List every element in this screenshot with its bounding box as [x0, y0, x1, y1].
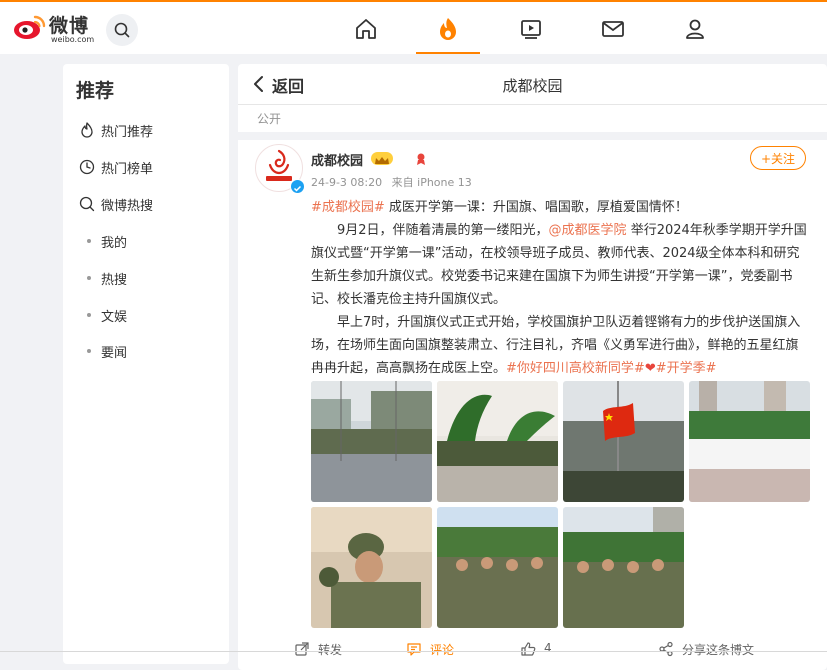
share-label: 分享这条博文: [682, 643, 755, 657]
nav-video[interactable]: [514, 12, 548, 46]
fan-badge-icon: [415, 152, 427, 169]
photo-thumbnail[interactable]: [437, 381, 558, 502]
section-separator: [238, 132, 827, 140]
member-crown-icon: [371, 152, 393, 165]
post-source: 来自 iPhone 13: [391, 176, 472, 189]
flame-icon: [440, 18, 456, 40]
nav-hot[interactable]: [431, 12, 465, 46]
photo-thumbnail[interactable]: [311, 507, 432, 628]
visibility-label: 公开: [257, 112, 282, 126]
photo-thumbnail[interactable]: [311, 381, 432, 502]
comment-icon: [407, 643, 421, 656]
post-body: #成都校园# 成医开学第一课：升国旗、唱国歌，厚植爱国情怀！ 9月2日，伴随着清…: [311, 196, 811, 380]
video-icon: [521, 20, 541, 39]
main-panel: 返回 成都校园 公开 成都校园 24-9-3 08:20 来自 iPhone 1…: [238, 64, 827, 670]
sidebar-item-news[interactable]: 要闻: [78, 339, 218, 363]
user-icon: [686, 19, 704, 39]
author-name[interactable]: 成都校园: [311, 150, 363, 169]
sidebar-item-trending[interactable]: 热搜: [78, 266, 218, 290]
sidebar: 推荐 热门推荐 热门榜单 微博热搜 我的 热搜 文娱 要闻: [63, 64, 229, 664]
flame-outline-icon: [81, 122, 93, 138]
post-meta: 24-9-3 08:20 来自 iPhone 13: [311, 174, 472, 190]
thumbs-up-icon: [521, 642, 536, 656]
post-text: 9月2日，伴随着清晨的第一缕阳光，: [337, 223, 549, 238]
nav-messages[interactable]: [596, 12, 630, 46]
sidebar-item-label: 要闻: [101, 346, 128, 361]
mail-icon: [602, 21, 624, 37]
nav-profile[interactable]: [678, 12, 712, 46]
brand-domain: weibo.com: [51, 35, 95, 44]
weibo-logo[interactable]: 微博 weibo.com: [13, 11, 97, 45]
verified-badge-icon: [290, 179, 305, 194]
sidebar-item-label: 热门榜单: [101, 162, 154, 177]
sidebar-item-label: 热搜: [101, 273, 128, 288]
photo-thumbnail[interactable]: [563, 381, 684, 502]
heart-emoji: ❤: [644, 361, 656, 376]
bullet-dot: [87, 239, 91, 243]
ranking-icon: [79, 159, 95, 175]
sidebar-item-ranking[interactable]: 热门榜单: [78, 155, 218, 179]
mention-link[interactable]: @成都医学院: [549, 223, 627, 238]
photo-thumbnail[interactable]: [689, 381, 810, 502]
home-icon: [356, 19, 376, 39]
photo-thumbnail[interactable]: [563, 507, 684, 628]
hashtag-link[interactable]: #成都校园#: [311, 200, 385, 215]
brand-name: 微博: [49, 15, 90, 37]
sidebar-item-label: 文娱: [101, 310, 128, 325]
sidebar-item-label: 我的: [101, 236, 128, 251]
share-icon: [659, 641, 673, 657]
post-date[interactable]: 24-9-3 08:20: [311, 176, 382, 189]
sidebar-item-hot-recommend[interactable]: 热门推荐: [78, 118, 218, 142]
bullet-dot: [87, 276, 91, 280]
bullet-dot: [87, 349, 91, 353]
bullet-dot: [87, 313, 91, 317]
sidebar-item-label: 热门推荐: [101, 125, 154, 140]
repost-icon: [295, 642, 309, 656]
photo-thumbnail[interactable]: [437, 507, 558, 628]
top-header: 微博 weibo.com: [0, 2, 827, 54]
follow-button[interactable]: +关注: [750, 146, 806, 170]
header-divider: [238, 104, 827, 105]
search-hot-icon: [79, 196, 95, 212]
bottom-divider: [0, 651, 827, 652]
nav-home[interactable]: [349, 12, 383, 46]
search-icon: [114, 22, 130, 38]
sidebar-item-mine[interactable]: 我的: [78, 229, 218, 253]
sidebar-item-entertainment[interactable]: 文娱: [78, 303, 218, 327]
weibo-eye-icon: [14, 15, 46, 39]
sidebar-title: 推荐: [76, 80, 115, 102]
post-headline: 成医开学第一课：升国旗、唱国歌，厚植爱国情怀！: [384, 200, 688, 215]
repost-label: 转发: [318, 643, 343, 657]
comment-label: 评论: [430, 643, 455, 657]
page-title: 成都校园: [502, 77, 563, 95]
hashtag-link[interactable]: #你好四川高校新同学#: [506, 361, 645, 376]
post-actions: 转发 评论 4 分享这条博文: [238, 634, 827, 664]
nav-active-indicator: [416, 52, 480, 54]
hashtag-link[interactable]: #开学季#: [656, 361, 717, 376]
sidebar-item-label: 微博热搜: [101, 199, 154, 214]
sidebar-item-hot-search[interactable]: 微博热搜: [78, 192, 218, 216]
search-button[interactable]: [106, 14, 138, 46]
like-count: 4: [544, 641, 552, 655]
